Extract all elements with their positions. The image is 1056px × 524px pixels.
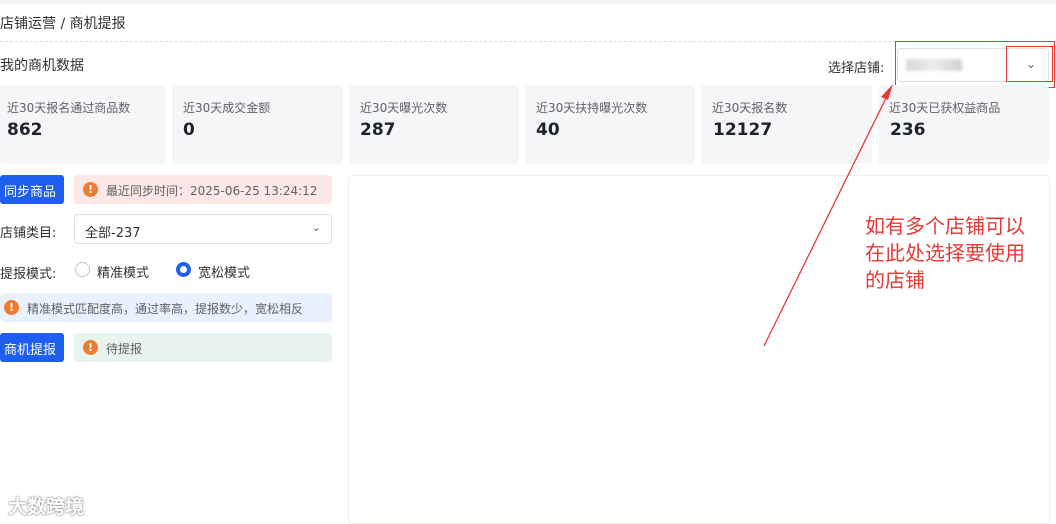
annotation-line: 如有多个店铺可以 [865,214,1025,238]
annotation-text: 如有多个店铺可以 在此处选择要使用 的店铺 [865,213,1055,294]
annotation-line: 的店铺 [865,268,925,292]
annotation-line: 在此处选择要使用 [865,241,1025,265]
watermark: 大数跨境 [8,496,85,518]
